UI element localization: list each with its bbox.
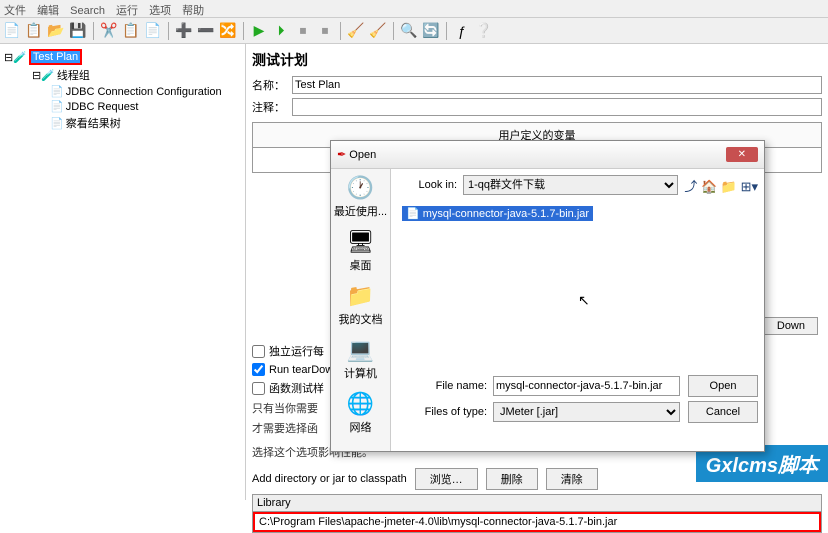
delete-button[interactable]: 删除 — [486, 468, 538, 490]
lookin-label: Look in: — [397, 179, 457, 191]
tree-jdbc-request[interactable]: 📄JDBC Request — [4, 99, 241, 114]
paste-icon[interactable]: 📄 — [143, 21, 163, 41]
stop-icon[interactable]: ⏹ — [293, 21, 313, 41]
clear-all-icon[interactable]: 🧹 — [368, 21, 388, 41]
cursor-icon: ↖ — [578, 292, 590, 309]
selected-file[interactable]: 📄 mysql-connector-java-5.1.7-bin.jar — [402, 206, 593, 221]
panel-title: 测试计划 — [252, 50, 822, 70]
cancel-button[interactable]: Cancel — [688, 401, 758, 423]
copy-icon[interactable]: 📋 — [121, 21, 141, 41]
clear-icon[interactable]: 🧹 — [346, 21, 366, 41]
open-button[interactable]: Open — [688, 375, 758, 397]
tree-root[interactable]: ⊟ 🧪Test Plan — [4, 48, 241, 66]
menu-run[interactable]: 运行 — [116, 5, 138, 17]
filename-label: File name: — [397, 380, 487, 392]
place-recent[interactable]: 🕐最近使用... — [331, 175, 390, 219]
collapse-icon[interactable]: ➖ — [196, 21, 216, 41]
help-icon[interactable]: ❔ — [474, 21, 494, 41]
tree-jdbc-config[interactable]: 📄JDBC Connection Configuration — [4, 84, 241, 99]
chk-teardown[interactable] — [252, 363, 265, 376]
library-header: Library — [253, 495, 821, 512]
chk-functional[interactable] — [252, 382, 265, 395]
new-icon[interactable]: 📄 — [2, 21, 22, 41]
templates-icon[interactable]: 📋 — [24, 21, 44, 41]
expand-icon[interactable]: ➕ — [174, 21, 194, 41]
dialog-nav-icons[interactable]: ⤴ 🏠 📁 ⊞▾ — [684, 176, 758, 195]
tree-thread-group[interactable]: ⊟ 🧪线程组 — [4, 66, 241, 84]
open-icon[interactable]: 📂 — [46, 21, 66, 41]
classpath-label: Add directory or jar to classpath — [252, 473, 407, 485]
name-input[interactable] — [292, 76, 822, 94]
file-list[interactable]: 📄 mysql-connector-java-5.1.7-bin.jar ↖ — [397, 201, 758, 371]
filename-input[interactable] — [493, 376, 680, 396]
menu-options[interactable]: 选项 — [149, 5, 171, 17]
menu-edit[interactable]: 编辑 — [37, 5, 59, 17]
dialog-title: Open — [349, 149, 376, 161]
menu-file[interactable]: 文件 — [4, 5, 26, 17]
place-network[interactable]: 🌐网络 — [331, 391, 390, 435]
toggle-icon[interactable]: 🔀 — [218, 21, 238, 41]
comment-label: 注释： — [252, 99, 292, 115]
place-desktop[interactable]: 🖥桌面 — [331, 229, 390, 273]
shutdown-icon[interactable]: ⏹ — [315, 21, 335, 41]
lookin-select[interactable]: 1-qq群文件下载 — [463, 175, 678, 195]
start-notimers-icon[interactable]: ⏵ — [271, 21, 291, 41]
menubar: 文件 编辑 Search 运行 选项 帮助 — [0, 0, 828, 18]
filetype-select[interactable]: JMeter [.jar] — [493, 402, 680, 422]
tree-panel: ⊟ 🧪Test Plan ⊟ 🧪线程组 📄JDBC Connection Con… — [0, 44, 246, 500]
name-label: 名称： — [252, 77, 292, 93]
menu-help[interactable]: 帮助 — [182, 5, 204, 17]
feather-icon: ✒ — [337, 148, 346, 161]
place-documents[interactable]: 📁我的文档 — [331, 283, 390, 327]
start-icon[interactable]: ▶ — [249, 21, 269, 41]
library-path[interactable]: C:\Program Files\apache-jmeter-4.0\lib\m… — [253, 512, 821, 532]
chk-independent[interactable] — [252, 345, 265, 358]
browse-button[interactable]: 浏览… — [415, 468, 478, 490]
place-computer[interactable]: 💻计算机 — [331, 337, 390, 381]
reset-search-icon[interactable]: 🔄 — [421, 21, 441, 41]
clear-button[interactable]: 清除 — [546, 468, 598, 490]
close-icon[interactable]: ✕ — [726, 147, 758, 162]
cut-icon[interactable]: ✂️ — [99, 21, 119, 41]
menu-search[interactable]: Search — [70, 5, 105, 17]
function-icon[interactable]: ƒ — [452, 21, 472, 41]
save-icon[interactable]: 💾 — [68, 21, 88, 41]
search-icon[interactable]: 🔍 — [399, 21, 419, 41]
places-bar: 🕐最近使用... 🖥桌面 📁我的文档 💻计算机 🌐网络 — [331, 169, 391, 451]
tree-result-tree[interactable]: 📄察看结果树 — [4, 114, 241, 132]
filetype-label: Files of type: — [397, 406, 487, 418]
comment-input[interactable] — [292, 98, 822, 116]
toolbar: 📄 📋 📂 💾 ✂️ 📋 📄 ➕ ➖ 🔀 ▶ ⏵ ⏹ ⏹ 🧹 🧹 🔍 🔄 ƒ ❔ — [0, 18, 828, 44]
down-button[interactable]: Down — [764, 317, 818, 335]
open-dialog: ✒ Open ✕ 🕐最近使用... 🖥桌面 📁我的文档 💻计算机 🌐网络 Loo… — [330, 140, 765, 452]
